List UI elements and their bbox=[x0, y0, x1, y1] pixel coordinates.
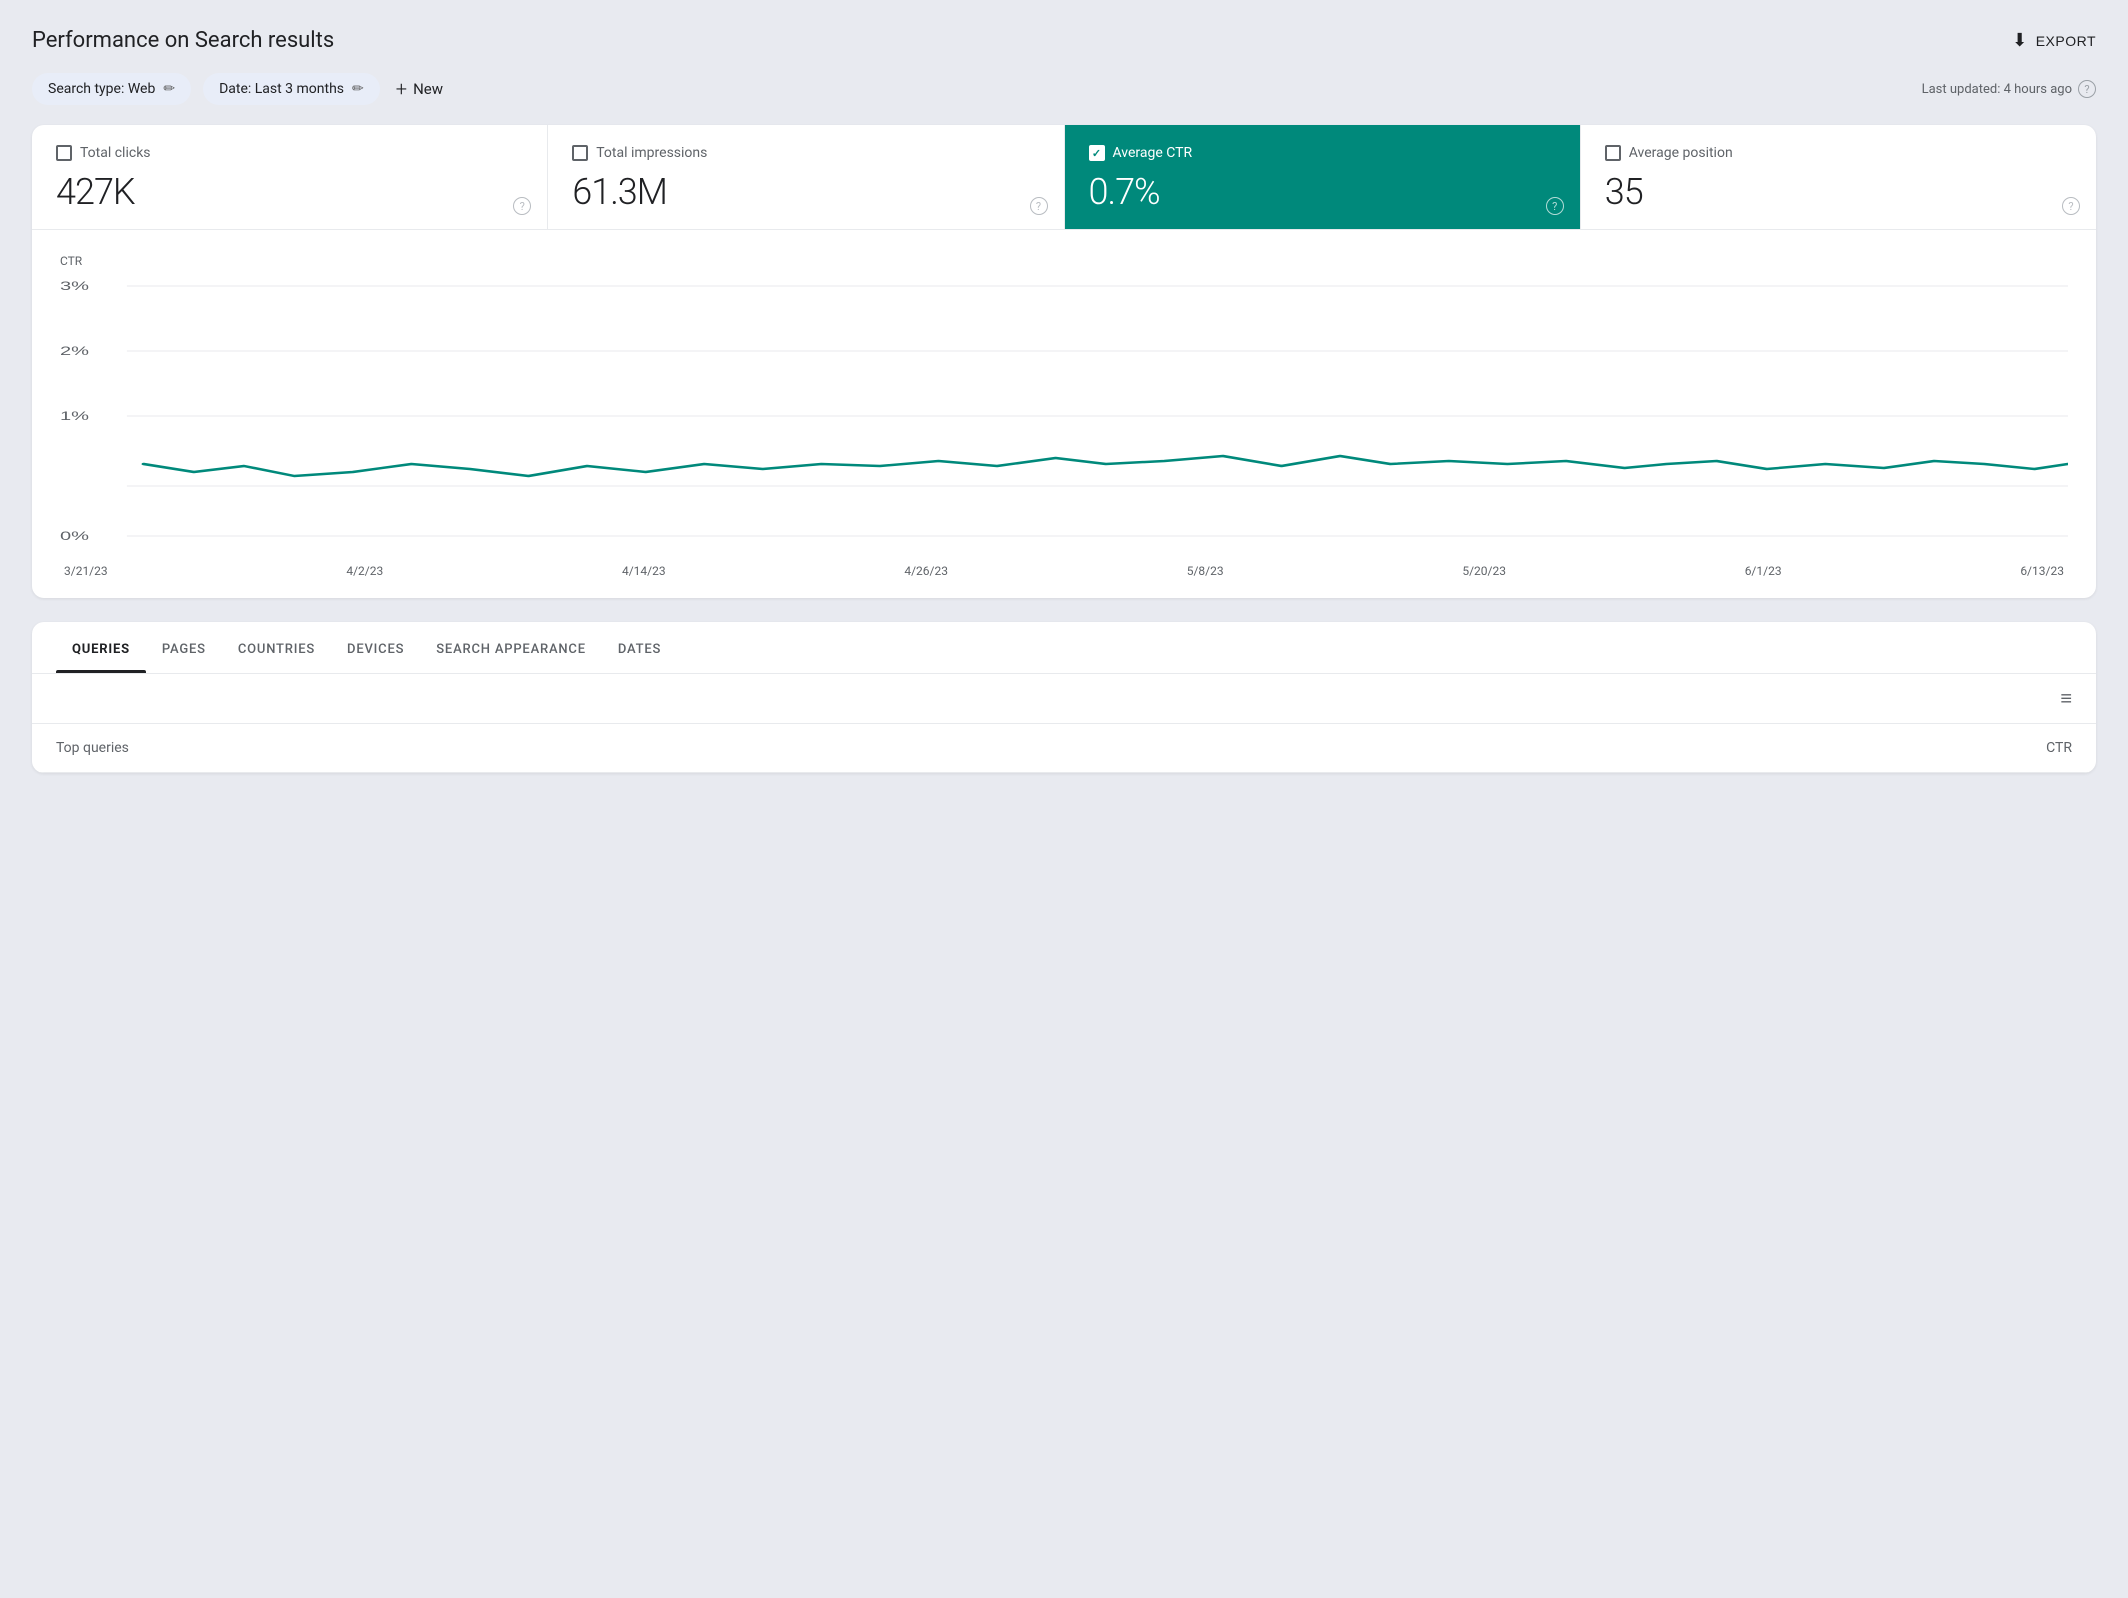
date-filter[interactable]: Date: Last 3 months ✏ bbox=[203, 73, 380, 105]
chart-x-label-7: 6/13/23 bbox=[2020, 564, 2064, 578]
date-label: Date: Last 3 months bbox=[219, 81, 344, 97]
chart-x-label-4: 5/8/23 bbox=[1187, 564, 1224, 578]
page-header: Performance on Search results ⬇ EXPORT bbox=[32, 28, 2096, 53]
edit-icon: ✏ bbox=[352, 81, 364, 97]
svg-text:3%: 3% bbox=[60, 279, 89, 293]
page-title: Performance on Search results bbox=[32, 28, 334, 53]
metric-value-ctr: 0.7% bbox=[1089, 171, 1556, 213]
chart-x-label-0: 3/21/23 bbox=[64, 564, 108, 578]
metric-checkbox-position bbox=[1605, 145, 1621, 161]
main-card: Total clicks 427K ? Total impressions 61… bbox=[32, 125, 2096, 598]
plus-icon: + bbox=[396, 77, 407, 101]
ctr-help-icon[interactable]: ? bbox=[1546, 197, 1564, 215]
metric-tile-average-position[interactable]: Average position 35 ? bbox=[1581, 125, 2096, 229]
chart-area: CTR 3% 2% 1% 0% bbox=[32, 230, 2096, 598]
tab-queries[interactable]: QUERIES bbox=[56, 622, 146, 673]
chart-x-label-6: 6/1/23 bbox=[1745, 564, 1782, 578]
metric-tile-total-impressions[interactable]: Total impressions 61.3M ? bbox=[548, 125, 1064, 229]
metric-label-clicks: Total clicks bbox=[80, 145, 151, 161]
filter-bar: Search type: Web ✏ Date: Last 3 months ✏… bbox=[32, 73, 2096, 105]
metric-tile-average-ctr[interactable]: Average CTR 0.7% ? bbox=[1065, 125, 1581, 229]
tab-dates[interactable]: DATES bbox=[602, 622, 677, 673]
impressions-help-icon[interactable]: ? bbox=[1030, 197, 1048, 215]
last-updated-text: Last updated: 4 hours ago bbox=[1922, 82, 2072, 97]
metrics-row: Total clicks 427K ? Total impressions 61… bbox=[32, 125, 2096, 230]
tab-countries[interactable]: COUNTRIES bbox=[222, 622, 331, 673]
chart-x-label-2: 4/14/23 bbox=[622, 564, 666, 578]
chart-x-label-5: 5/20/23 bbox=[1462, 564, 1506, 578]
search-type-filter[interactable]: Search type: Web ✏ bbox=[32, 73, 191, 105]
search-type-label: Search type: Web bbox=[48, 81, 155, 97]
metric-label-ctr: Average CTR bbox=[1113, 145, 1193, 161]
metric-checkbox-clicks bbox=[56, 145, 72, 161]
svg-text:2%: 2% bbox=[60, 344, 89, 358]
metric-value-position: 35 bbox=[1605, 171, 2072, 213]
tabs-toolbar: ≡ bbox=[32, 674, 2096, 724]
table-col-right: CTR bbox=[2046, 740, 2072, 756]
chart-x-labels: 3/21/23 4/2/23 4/14/23 4/26/23 5/8/23 5/… bbox=[60, 564, 2068, 578]
metric-tile-total-clicks[interactable]: Total clicks 427K ? bbox=[32, 125, 548, 229]
new-label: New bbox=[413, 80, 443, 98]
metric-value-impressions: 61.3M bbox=[572, 171, 1039, 213]
metric-label-impressions: Total impressions bbox=[596, 145, 707, 161]
chart-svg: 3% 2% 1% 0% bbox=[60, 276, 2068, 556]
export-label: EXPORT bbox=[2036, 33, 2096, 49]
svg-text:1%: 1% bbox=[60, 409, 89, 423]
chart-x-label-1: 4/2/23 bbox=[346, 564, 383, 578]
export-button[interactable]: ⬇ EXPORT bbox=[2012, 30, 2096, 51]
svg-text:0%: 0% bbox=[60, 529, 89, 543]
table-header-row: Top queries CTR bbox=[32, 724, 2096, 773]
metric-checkbox-ctr bbox=[1089, 145, 1105, 161]
new-button[interactable]: + New bbox=[396, 77, 443, 101]
edit-icon: ✏ bbox=[163, 81, 175, 97]
export-icon: ⬇ bbox=[2012, 30, 2028, 51]
tab-pages[interactable]: PAGES bbox=[146, 622, 222, 673]
tabs-card: QUERIES PAGES COUNTRIES DEVICES SEARCH A… bbox=[32, 622, 2096, 773]
clicks-help-icon[interactable]: ? bbox=[513, 197, 531, 215]
last-updated: Last updated: 4 hours ago ? bbox=[1922, 80, 2096, 98]
metric-label-position: Average position bbox=[1629, 145, 1733, 161]
metric-checkbox-impressions bbox=[572, 145, 588, 161]
chart-container: 3% 2% 1% 0% bbox=[60, 276, 2068, 556]
chart-y-label: CTR bbox=[60, 254, 2068, 268]
filter-rows-icon[interactable]: ≡ bbox=[2060, 686, 2072, 711]
chart-x-label-3: 4/26/23 bbox=[904, 564, 948, 578]
tab-search-appearance[interactable]: SEARCH APPEARANCE bbox=[420, 622, 602, 673]
table-col-left: Top queries bbox=[56, 740, 129, 756]
position-help-icon[interactable]: ? bbox=[2062, 197, 2080, 215]
tab-devices[interactable]: DEVICES bbox=[331, 622, 420, 673]
metric-value-clicks: 427K bbox=[56, 171, 523, 213]
tabs-row: QUERIES PAGES COUNTRIES DEVICES SEARCH A… bbox=[32, 622, 2096, 674]
last-updated-help-icon[interactable]: ? bbox=[2078, 80, 2096, 98]
